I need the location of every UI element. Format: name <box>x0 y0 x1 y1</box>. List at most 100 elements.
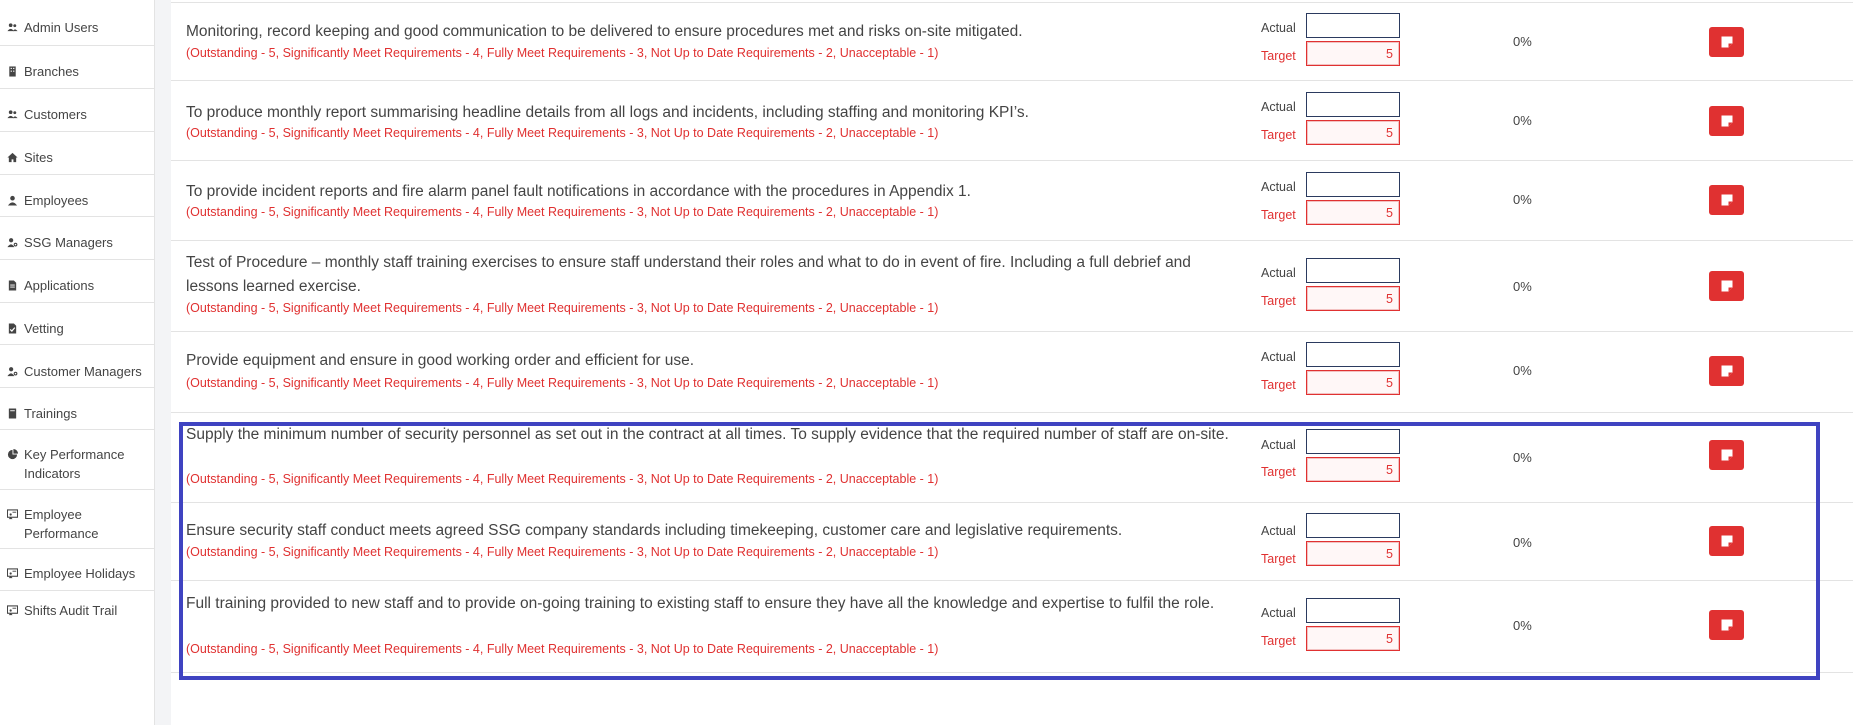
sidebar-item-key-performance-indicators[interactable]: Key Performance Indicators <box>0 430 154 490</box>
users-icon <box>6 18 19 37</box>
target-input[interactable] <box>1306 200 1400 225</box>
kpi-row: To produce monthly report summarising he… <box>171 81 1853 161</box>
note-button[interactable] <box>1709 271 1744 301</box>
note-button[interactable] <box>1709 356 1744 386</box>
sidebar-item-trainings[interactable]: Trainings <box>0 388 154 430</box>
actual-input[interactable] <box>1306 429 1400 454</box>
sidebar-item-sites[interactable]: Sites <box>0 132 154 175</box>
sidebar-item-label: Branches <box>24 64 79 79</box>
kpi-percent: 0% <box>1513 192 1532 207</box>
pie-chart-icon <box>6 445 19 464</box>
kpi-row: Full training provided to new staff and … <box>171 581 1853 673</box>
chalkboard-icon <box>6 505 19 524</box>
actual-input[interactable] <box>1306 13 1400 38</box>
actual-label: Actual <box>1261 266 1296 280</box>
sidebar-item-shifts-audit-trail[interactable]: Shifts Audit Trail <box>0 591 154 633</box>
note-button[interactable] <box>1709 440 1744 470</box>
sidebar-item-label: Customers <box>24 107 87 122</box>
sidebar-item-employee-performance[interactable]: Employee Performance <box>0 490 154 549</box>
kpi-percent: 0% <box>1513 363 1532 378</box>
kpi-row: To provide incident reports and fire ala… <box>171 161 1853 241</box>
note-icon <box>1721 115 1732 127</box>
kpi-percent: 0% <box>1513 450 1532 465</box>
sidebar-item-label: Sites <box>24 150 53 165</box>
kpi-description: To provide incident reports and fire ala… <box>186 183 971 200</box>
kpi-description: Monitoring, record keeping and good comm… <box>186 23 1023 40</box>
note-icon <box>1721 619 1732 631</box>
file-check-icon <box>6 319 19 338</box>
sidebar-item-employees[interactable]: Employees <box>0 175 154 217</box>
actual-input[interactable] <box>1306 92 1400 117</box>
home-icon <box>6 148 19 167</box>
sidebar-item-ssg-managers[interactable]: SSG Managers <box>0 217 154 260</box>
note-button[interactable] <box>1709 27 1744 57</box>
book-icon <box>6 404 19 423</box>
kpi-scale-legend: (Outstanding - 5, Significantly Meet Req… <box>186 642 939 656</box>
note-icon <box>1721 280 1732 292</box>
target-label: Target <box>1261 49 1296 63</box>
content-gutter <box>155 0 171 725</box>
target-label: Target <box>1261 128 1296 142</box>
actual-label: Actual <box>1261 350 1296 364</box>
kpi-percent: 0% <box>1513 618 1532 633</box>
target-label: Target <box>1261 552 1296 566</box>
kpi-description: Supply the minimum number of security pe… <box>186 426 1229 443</box>
note-button[interactable] <box>1709 106 1744 136</box>
sidebar-item-employee-holidays[interactable]: Employee Holidays <box>0 549 154 591</box>
kpi-percent: 0% <box>1513 279 1532 294</box>
file-icon <box>6 276 19 295</box>
kpi-scale-legend: (Outstanding - 5, Significantly Meet Req… <box>186 46 939 60</box>
target-label: Target <box>1261 208 1296 222</box>
sidebar-item-label: Customer Managers <box>24 364 142 379</box>
users-icon <box>6 105 19 124</box>
note-button[interactable] <box>1709 185 1744 215</box>
sidebar-item-admin-users[interactable]: Admin Users <box>0 0 154 46</box>
actual-input[interactable] <box>1306 513 1400 538</box>
actual-label: Actual <box>1261 180 1296 194</box>
note-button[interactable] <box>1709 526 1744 556</box>
kpi-scale-legend: (Outstanding - 5, Significantly Meet Req… <box>186 376 939 390</box>
user-gear-icon <box>6 233 19 252</box>
sidebar-item-label: Employees <box>24 193 89 208</box>
note-icon <box>1721 36 1732 48</box>
actual-input[interactable] <box>1306 258 1400 283</box>
target-input[interactable] <box>1306 120 1400 145</box>
kpi-scale-legend: (Outstanding - 5, Significantly Meet Req… <box>186 545 939 559</box>
target-label: Target <box>1261 465 1296 479</box>
sidebar-item-branches[interactable]: Branches <box>0 46 154 89</box>
building-icon <box>6 62 19 81</box>
target-input[interactable] <box>1306 541 1400 566</box>
sidebar-item-label: SSG Managers <box>24 235 113 250</box>
target-input[interactable] <box>1306 286 1400 311</box>
sidebar-item-label: Key Performance Indicators <box>24 447 125 481</box>
actual-input[interactable] <box>1306 342 1400 367</box>
kpi-description: Test of Procedure – monthly staff traini… <box>186 254 1191 295</box>
sidebar-item-customer-managers[interactable]: Customer Managers <box>0 345 154 388</box>
target-input[interactable] <box>1306 41 1400 66</box>
kpi-row: Test of Procedure – monthly staff traini… <box>171 241 1853 332</box>
sidebar-item-applications[interactable]: Applications <box>0 260 154 303</box>
sidebar-item-label: Admin Users <box>24 20 99 35</box>
target-input[interactable] <box>1306 626 1400 651</box>
sidebar: Admin Users Branches Customers Sites Emp… <box>0 0 155 725</box>
kpi-description: Ensure security staff conduct meets agre… <box>186 522 1123 539</box>
sidebar-item-label: Employee Holidays <box>24 566 136 581</box>
sidebar-item-customers[interactable]: Customers <box>0 89 154 132</box>
kpi-description: To produce monthly report summarising he… <box>186 104 1029 121</box>
sidebar-item-label: Trainings <box>24 406 77 421</box>
sidebar-item-vetting[interactable]: Vetting <box>0 303 154 345</box>
target-input[interactable] <box>1306 370 1400 395</box>
actual-input[interactable] <box>1306 598 1400 623</box>
target-input[interactable] <box>1306 457 1400 482</box>
kpi-row: Provide equipment and ensure in good wor… <box>171 332 1853 413</box>
note-icon <box>1721 449 1732 461</box>
sidebar-item-label: Applications <box>24 278 95 293</box>
kpi-scale-legend: (Outstanding - 5, Significantly Meet Req… <box>186 126 939 140</box>
actual-label: Actual <box>1261 606 1296 620</box>
note-button[interactable] <box>1709 610 1744 640</box>
kpi-description: Full training provided to new staff and … <box>186 595 1215 612</box>
actual-input[interactable] <box>1306 172 1400 197</box>
kpi-row: Supply the minimum number of security pe… <box>171 413 1853 503</box>
kpi-scale-legend: (Outstanding - 5, Significantly Meet Req… <box>186 472 939 486</box>
actual-label: Actual <box>1261 438 1296 452</box>
